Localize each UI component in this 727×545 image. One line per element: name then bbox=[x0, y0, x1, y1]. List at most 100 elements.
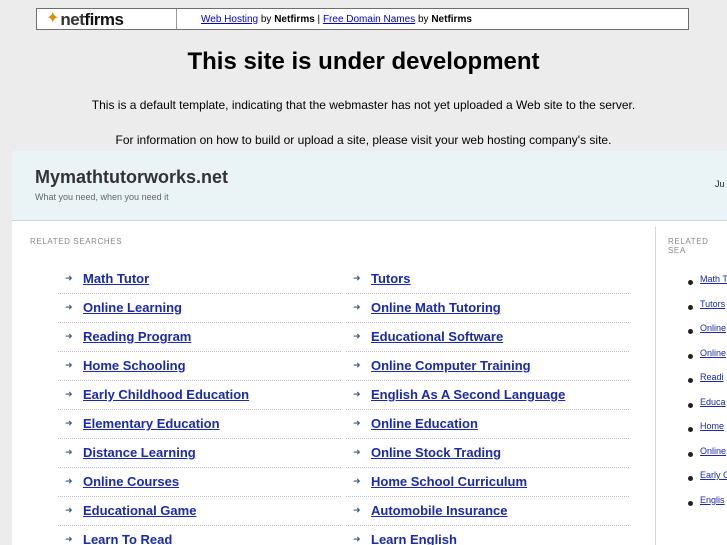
site-title[interactable]: Mymathtutorworks.net bbox=[35, 167, 228, 188]
bullet-icon bbox=[688, 304, 693, 310]
by-text-1: by bbox=[258, 13, 275, 25]
related-link[interactable]: Learn To Read bbox=[83, 532, 172, 545]
side-related-link[interactable]: Online bbox=[700, 348, 726, 358]
arrow-icon: ➜ bbox=[65, 273, 73, 283]
related-link[interactable]: Learn English bbox=[371, 532, 457, 545]
related-link-row: ➜ Automobile Insurance bbox=[346, 497, 629, 526]
netfirms-links: Web Hosting by Netfirms | Free Domain Na… bbox=[177, 14, 472, 25]
netfirms-logo-icon: ✦ bbox=[46, 10, 60, 27]
arrow-icon: ➜ bbox=[353, 534, 361, 544]
bullet-icon bbox=[688, 329, 693, 334]
related-link-row: ➜ Reading Program bbox=[58, 323, 341, 352]
related-link[interactable]: Elementary Education bbox=[83, 416, 220, 431]
related-searches-label: RELATED SEARCHES bbox=[30, 237, 123, 246]
netfirms-brand-1: Netfirms bbox=[274, 13, 315, 25]
related-link[interactable]: Online Stock Trading bbox=[371, 445, 501, 460]
related-link-row: ➜ Distance Learning bbox=[58, 439, 341, 468]
notice-line-1: This is a default template, indicating t… bbox=[91, 98, 636, 112]
related-link-row: ➜ Tutors bbox=[346, 265, 629, 294]
related-link[interactable]: Online Math Tutoring bbox=[371, 300, 501, 315]
bullet-icon bbox=[688, 476, 693, 481]
bullet-icon bbox=[688, 500, 693, 506]
web-hosting-link[interactable]: Web Hosting bbox=[201, 14, 258, 25]
related-link[interactable]: Tutors bbox=[371, 271, 410, 286]
arrow-icon: ➜ bbox=[353, 273, 361, 283]
side-related-link[interactable]: Readi bbox=[700, 372, 724, 382]
parked-header: Mymathtutorworks.net What you need, when… bbox=[12, 151, 727, 221]
netfirms-brand-2: Netfirms bbox=[431, 13, 472, 25]
related-link-row: ➜ Learn To Read bbox=[58, 526, 341, 545]
arrow-icon: ➜ bbox=[353, 389, 361, 399]
arrow-icon: ➜ bbox=[353, 476, 361, 486]
side-related-link[interactable]: Educa bbox=[700, 397, 726, 407]
column-divider bbox=[655, 227, 656, 545]
related-link[interactable]: Math Tutor bbox=[83, 271, 149, 286]
related-link-row: ➜ Educational Game bbox=[58, 497, 341, 526]
related-link[interactable]: Reading Program bbox=[83, 329, 191, 344]
arrow-icon: ➜ bbox=[353, 447, 361, 457]
side-related-link[interactable]: Englis bbox=[700, 495, 725, 505]
related-link-row: ➜ Online Math Tutoring bbox=[346, 294, 629, 323]
arrow-icon: ➜ bbox=[65, 447, 73, 457]
related-link[interactable]: Distance Learning bbox=[83, 445, 196, 460]
netfirms-bar: ✦ net firms Web Hosting by Netfirms | Fre… bbox=[36, 8, 689, 30]
related-link-row: ➜ English As A Second Language bbox=[346, 381, 629, 410]
related-link[interactable]: Automobile Insurance bbox=[371, 503, 508, 518]
side-related-link[interactable]: Online bbox=[700, 323, 726, 333]
related-link-row: ➜ Online Education bbox=[346, 410, 629, 439]
bullet-icon bbox=[688, 427, 693, 432]
related-link[interactable]: Educational Software bbox=[371, 329, 503, 344]
site-tagline: What you need, when you need it bbox=[35, 192, 169, 202]
related-link-row: ➜ Elementary Education bbox=[58, 410, 341, 439]
related-link[interactable]: Online Education bbox=[371, 416, 478, 431]
arrow-icon: ➜ bbox=[65, 331, 73, 341]
arrow-icon: ➜ bbox=[353, 360, 361, 370]
related-link[interactable]: Home School Curriculum bbox=[371, 474, 527, 489]
related-link-row: ➜ Online Learning bbox=[58, 294, 341, 323]
related-link[interactable]: Home Schooling bbox=[83, 358, 186, 373]
side-related-link[interactable]: Home bbox=[700, 421, 724, 431]
related-link-row: ➜ Home School Curriculum bbox=[346, 468, 629, 497]
related-link[interactable]: Online Learning bbox=[83, 300, 182, 315]
header-right-text: Ju bbox=[715, 179, 725, 189]
arrow-icon: ➜ bbox=[353, 302, 361, 312]
side-related-link[interactable]: Math T bbox=[700, 274, 727, 284]
related-link-row: ➜ Educational Software bbox=[346, 323, 629, 352]
page-title: This site is under development bbox=[187, 48, 540, 75]
bullet-icon bbox=[688, 353, 693, 359]
arrow-icon: ➜ bbox=[353, 418, 361, 428]
parked-page-frame: Mymathtutorworks.net What you need, when… bbox=[12, 151, 727, 545]
arrow-icon: ➜ bbox=[65, 476, 73, 486]
related-link-row: ➜ Early Childhood Education bbox=[58, 381, 341, 410]
arrow-icon: ➜ bbox=[65, 505, 73, 515]
logo-text-net: net bbox=[60, 9, 85, 29]
notice-line-2: For information on how to build or uploa… bbox=[115, 133, 612, 147]
arrow-icon: ➜ bbox=[65, 534, 73, 544]
bullet-icon bbox=[688, 280, 693, 285]
related-searches-side-label: RELATED SEA bbox=[668, 237, 709, 255]
related-link-row: ➜ Online Stock Trading bbox=[346, 439, 629, 468]
related-link[interactable]: Early Childhood Education bbox=[83, 387, 249, 402]
separator: | bbox=[314, 13, 323, 25]
arrow-icon: ➜ bbox=[353, 331, 361, 341]
bullet-icon bbox=[688, 451, 693, 457]
side-related-link[interactable]: Online bbox=[700, 446, 726, 456]
side-related-link[interactable]: Early C bbox=[700, 470, 727, 480]
related-link-row: ➜ Math Tutor bbox=[58, 265, 341, 294]
by-text-2: by bbox=[415, 13, 432, 25]
related-link[interactable]: Online Courses bbox=[83, 474, 179, 489]
related-link-row: ➜ Home Schooling bbox=[58, 352, 341, 381]
netfirms-logo[interactable]: ✦ net firms bbox=[37, 9, 177, 29]
related-link[interactable]: Educational Game bbox=[83, 503, 196, 518]
related-link[interactable]: Online Computer Training bbox=[371, 358, 531, 373]
side-related-link[interactable]: Tutors bbox=[700, 299, 725, 309]
free-domain-names-link[interactable]: Free Domain Names bbox=[323, 14, 415, 25]
related-link[interactable]: English As A Second Language bbox=[371, 387, 565, 402]
related-link-row: ➜ Online Computer Training bbox=[346, 352, 629, 381]
arrow-icon: ➜ bbox=[353, 505, 361, 515]
arrow-icon: ➜ bbox=[65, 302, 73, 312]
related-link-row: ➜ Online Courses bbox=[58, 468, 341, 497]
logo-text-firms: firms bbox=[84, 9, 124, 29]
related-link-row: ➜ Learn English bbox=[346, 526, 629, 545]
arrow-icon: ➜ bbox=[65, 389, 73, 399]
